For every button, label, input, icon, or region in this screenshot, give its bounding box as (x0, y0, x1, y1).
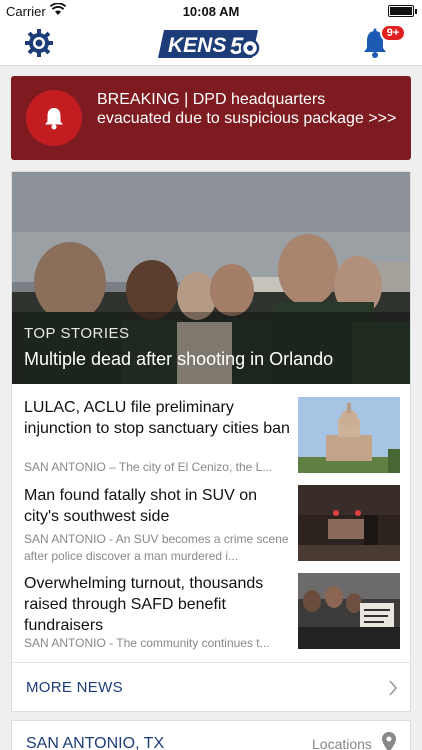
story-item[interactable]: Overwhelming turnout, thousands raised t… (24, 573, 400, 653)
location-card[interactable]: SAN ANTONIO, TX Locations (11, 720, 411, 750)
story-snippet: SAN ANTONIO - An SUV becomes a crime sce… (24, 532, 289, 563)
alert-bell-icon (26, 90, 82, 146)
story-thumbnail (298, 485, 400, 561)
story-title: Man found fatally shot in SUV on city's … (24, 487, 258, 525)
clock: 10:08 AM (182, 4, 240, 19)
top-story-hero[interactable]: TOP STORIES Multiple dead after shooting… (12, 172, 410, 384)
status-bar: Carrier 10:08 AM (0, 0, 422, 22)
battery-icon (388, 5, 417, 17)
breaking-news-text: BREAKING | DPD headquarters evacuated du… (97, 91, 397, 127)
story-snippet: SAN ANTONIO - The community continues t.… (24, 636, 270, 650)
hero-headline: Multiple dead after shooting in Orlando (24, 349, 334, 369)
section-label: TOP STORIES (24, 325, 130, 342)
more-news-button[interactable]: MORE NEWS (12, 662, 410, 712)
more-news-label: MORE NEWS (26, 679, 123, 696)
story-snippet: SAN ANTONIO – The city of El Cenizo, the… (24, 460, 273, 474)
story-item[interactable]: LULAC, ACLU file preliminary injunction … (24, 397, 400, 477)
current-city-label: SAN ANTONIO, TX (26, 735, 165, 750)
story-thumbnail (298, 573, 400, 649)
locations-link[interactable]: Locations (312, 736, 372, 750)
kens5-logo: KENS 5 (158, 28, 264, 65)
notification-count-badge: 9+ (380, 24, 406, 42)
location-pin-icon (382, 732, 396, 750)
story-title: Overwhelming turnout, thousands raised t… (24, 575, 264, 634)
news-card: TOP STORIES Multiple dead after shooting… (11, 171, 411, 712)
story-thumbnail (298, 397, 400, 473)
breaking-news-banner[interactable]: BREAKING | DPD headquarters evacuated du… (11, 76, 411, 160)
chevron-right-icon (388, 680, 398, 701)
settings-gear-icon[interactable] (24, 28, 54, 63)
svg-text:KENS: KENS (168, 34, 226, 57)
story-title: LULAC, ACLU file preliminary injunction … (24, 399, 290, 437)
top-nav-bar: KENS 5 9+ (0, 22, 422, 66)
story-item[interactable]: Man found fatally shot in SUV on city's … (24, 485, 400, 565)
